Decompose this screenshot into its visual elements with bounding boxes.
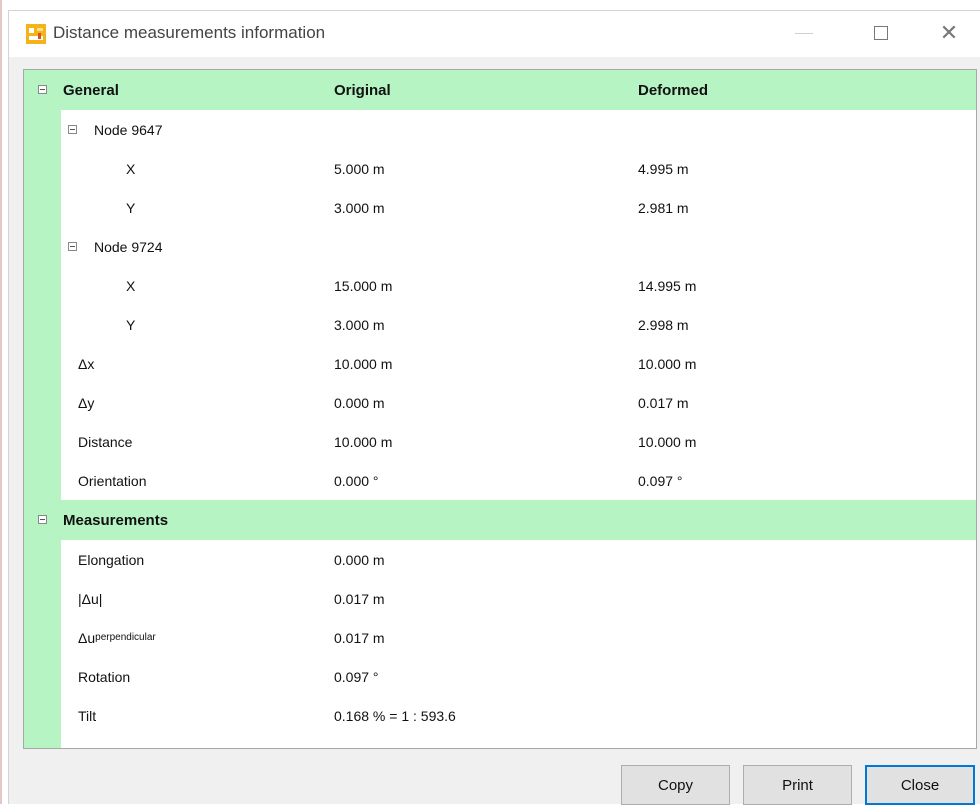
property-grid[interactable]: General Original Deformed Node 9647 X 5.… (23, 69, 977, 749)
deformed-value: 10.000 m (638, 355, 697, 372)
table-row[interactable]: Δu perpendicular 0.017 m (24, 618, 976, 657)
collapse-toggle-general[interactable] (38, 85, 47, 94)
measurement-value: 0.097 ° (334, 668, 379, 685)
tree-row-node-9724[interactable]: Node 9724 (24, 227, 976, 266)
original-value: 3.000 m (334, 316, 385, 333)
window-title: Distance measurements information (53, 23, 326, 42)
deformed-value: 2.981 m (638, 199, 689, 216)
deformed-value: 10.000 m (638, 433, 697, 450)
row-label: Δu (78, 629, 96, 646)
row-label: Rotation (78, 668, 131, 685)
original-value: 10.000 m (334, 355, 393, 372)
deformed-value: 14.995 m (638, 277, 697, 294)
table-row[interactable]: Distance 10.000 m 10.000 m (24, 422, 976, 461)
row-label: Orientation (78, 472, 147, 489)
collapse-toggle-node-9647[interactable] (68, 125, 77, 134)
row-label: Tilt (78, 707, 97, 724)
table-row[interactable]: Rotation 0.097 ° (24, 657, 976, 696)
table-row[interactable]: X 15.000 m 14.995 m (24, 266, 976, 305)
original-value: 5.000 m (334, 160, 385, 177)
column-header-deformed: Deformed (638, 81, 709, 99)
group-header-measurements: Measurements (24, 500, 976, 540)
node-label: Node 9647 (94, 121, 163, 138)
row-label: Distance (78, 433, 133, 450)
table-row[interactable]: X 5.000 m 4.995 m (24, 149, 976, 188)
original-value: 10.000 m (334, 433, 393, 450)
close-window-button[interactable]: ✕ (937, 21, 961, 45)
collapse-toggle-node-9724[interactable] (68, 242, 77, 251)
background-window-edge (0, 0, 2, 804)
measurement-value: 0.017 m (334, 590, 385, 607)
row-label: X (126, 277, 136, 294)
row-label-subscript: perpendicular (95, 632, 156, 643)
node-label: Node 9724 (94, 238, 163, 255)
title-bar[interactable]: Distance measurements information ✕ (9, 11, 980, 57)
app-icon (26, 24, 46, 44)
print-button[interactable]: Print (743, 765, 852, 805)
deformed-value: 4.995 m (638, 160, 689, 177)
minimize-button[interactable] (795, 33, 813, 34)
original-value: 15.000 m (334, 277, 393, 294)
original-value: 0.000 ° (334, 472, 379, 489)
table-row[interactable]: |Δu| 0.017 m (24, 579, 976, 618)
row-label: Δy (78, 394, 95, 411)
collapse-toggle-measurements[interactable] (38, 515, 47, 524)
deformed-value: 0.097 ° (638, 472, 683, 489)
original-value: 0.000 m (334, 394, 385, 411)
table-row[interactable]: Elongation 0.000 m (24, 540, 976, 579)
group-title-general: General (63, 81, 119, 99)
row-label: X (126, 160, 136, 177)
group-title-measurements: Measurements (63, 511, 169, 529)
row-label-du-perpendicular: Δu perpendicular (78, 618, 156, 657)
deformed-value: 2.998 m (638, 316, 689, 333)
table-row[interactable]: Y 3.000 m 2.998 m (24, 305, 976, 344)
measurement-value: 0.000 m (334, 551, 385, 568)
close-button[interactable]: Close (865, 765, 975, 805)
table-row[interactable]: Δx 10.000 m 10.000 m (24, 344, 976, 383)
row-label: Elongation (78, 551, 145, 568)
measurement-value: 0.017 m (334, 629, 385, 646)
tree-row-node-9647[interactable]: Node 9647 (24, 110, 976, 149)
table-row[interactable]: Y 3.000 m 2.981 m (24, 188, 976, 227)
original-value: 3.000 m (334, 199, 385, 216)
column-header-original: Original (334, 81, 391, 99)
table-row[interactable]: Δy 0.000 m 0.017 m (24, 383, 976, 422)
measurement-value: 0.168 % = 1 : 593.6 (334, 707, 456, 724)
group-header-general: General Original Deformed (24, 70, 976, 110)
row-label: Δx (78, 355, 95, 372)
table-row[interactable]: Tilt 0.168 % = 1 : 593.6 (24, 696, 976, 735)
row-label: |Δu| (78, 590, 103, 607)
copy-button[interactable]: Copy (621, 765, 730, 805)
dialog-window: Distance measurements information ✕ Gene… (8, 10, 980, 805)
maximize-button[interactable] (874, 26, 888, 40)
row-label: Y (126, 316, 136, 333)
deformed-value: 0.017 m (638, 394, 689, 411)
table-row[interactable]: Orientation 0.000 ° 0.097 ° (24, 461, 976, 500)
row-label: Y (126, 199, 136, 216)
